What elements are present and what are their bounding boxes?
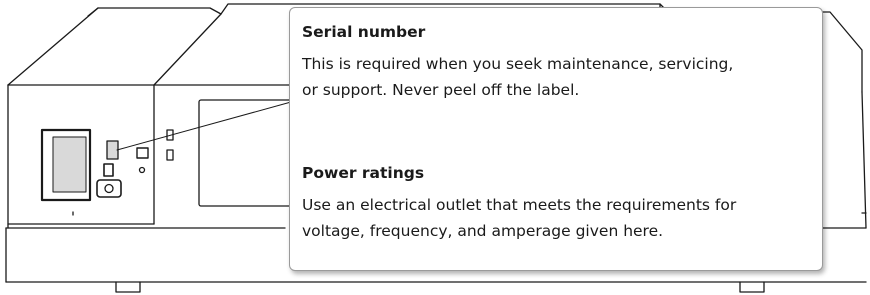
serial-number-text-line: or support. Never peel off the label. [302, 81, 580, 99]
serial-number-description: This is required when you seek maintenan… [302, 51, 812, 103]
power-switch-face [52, 136, 87, 193]
serial-number-title: Serial number [302, 23, 426, 41]
serial-number-label [106, 140, 119, 160]
rear-window [198, 99, 296, 207]
power-ratings-description: Use an electrical outlet that meets the … [302, 192, 812, 244]
power-ratings-section: Power ratings Use an electrical outlet t… [302, 163, 812, 244]
screw [138, 166, 146, 174]
serial-leader-line [116, 101, 292, 151]
lid-side-edge [87, 7, 99, 17]
usb-port [103, 163, 114, 177]
power-inlet [96, 179, 122, 198]
status-slot [136, 147, 149, 159]
right-foot [739, 281, 765, 293]
serial-number-text-line: This is required when you seek maintenan… [302, 55, 734, 73]
callout-box: Serial number This is required when you … [289, 7, 823, 271]
lid-inner-edge [153, 13, 222, 86]
serial-number-section: Serial number This is required when you … [302, 22, 812, 103]
power-ratings-title: Power ratings [302, 164, 425, 182]
side-clip-bottom [166, 149, 174, 161]
right-body-edge [861, 91, 867, 229]
inlet-pin [104, 183, 114, 194]
power-ratings-text-line: Use an electrical outlet that meets the … [302, 196, 737, 214]
left-foot [115, 281, 141, 293]
power-ratings-text-line: voltage, frequency, and amperage given h… [302, 222, 664, 240]
